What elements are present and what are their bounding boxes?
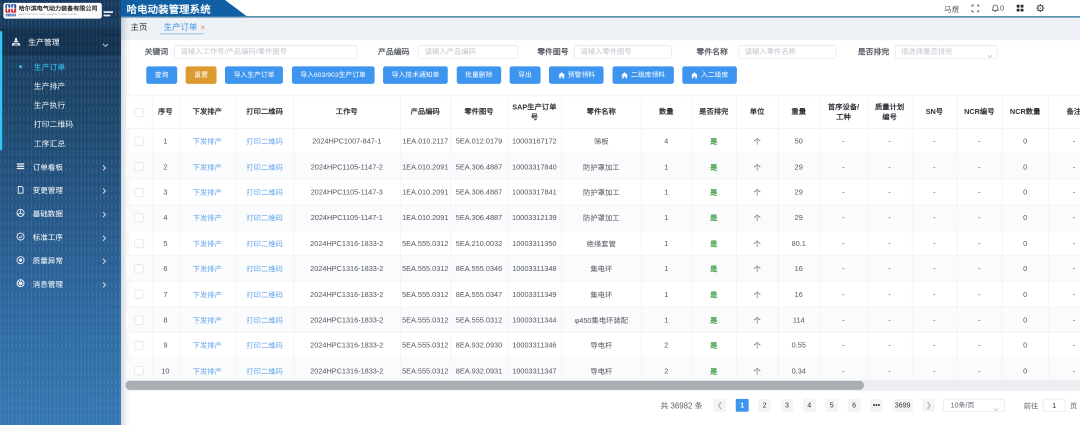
svg-text:哈电集团: 哈电集团 bbox=[6, 13, 16, 17]
